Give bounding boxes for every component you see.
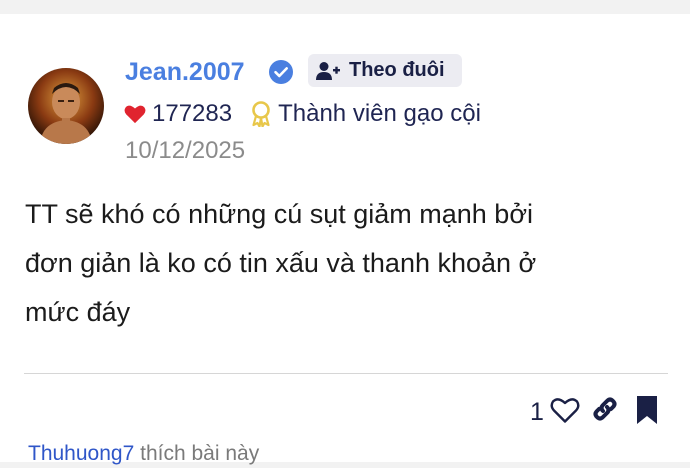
medal-icon [252, 101, 270, 127]
likers-line: Thuhuong7 thích bài này [28, 440, 259, 468]
post-card: Jean.2007 Theo đuôi 177283 Thành viên gạ… [0, 14, 690, 465]
post-content-line: mức đáy [25, 297, 131, 327]
post-date: 10/12/2025 [125, 137, 246, 164]
author-username[interactable]: Jean.2007 [125, 56, 245, 88]
post-content-line: TT sẽ khó có những cú sụt giảm mạnh bởi [25, 199, 534, 229]
link-icon[interactable] [590, 394, 620, 424]
add-user-icon [316, 61, 340, 80]
follow-button-label: Theo đuôi [349, 59, 445, 81]
bookmark-icon[interactable] [636, 395, 658, 425]
divider [24, 373, 668, 374]
post-content: TT sẽ khó có những cú sụt giảm mạnh bởi … [25, 190, 665, 337]
like-count: 1 [530, 398, 544, 426]
verified-badge-icon [269, 60, 293, 84]
author-likes-total: 177283 [152, 100, 233, 127]
post-content-line: đơn giản là ko có tin xấu và thanh khoản… [25, 248, 537, 278]
follow-button[interactable]: Theo đuôi [308, 54, 462, 87]
author-stats: 177283 Thành viên gạo cội [124, 99, 481, 129]
avatar[interactable] [28, 68, 104, 144]
heart-outline-icon[interactable] [550, 396, 580, 424]
heart-icon [124, 105, 146, 124]
author-rank: Thành viên gạo cội [278, 100, 481, 127]
